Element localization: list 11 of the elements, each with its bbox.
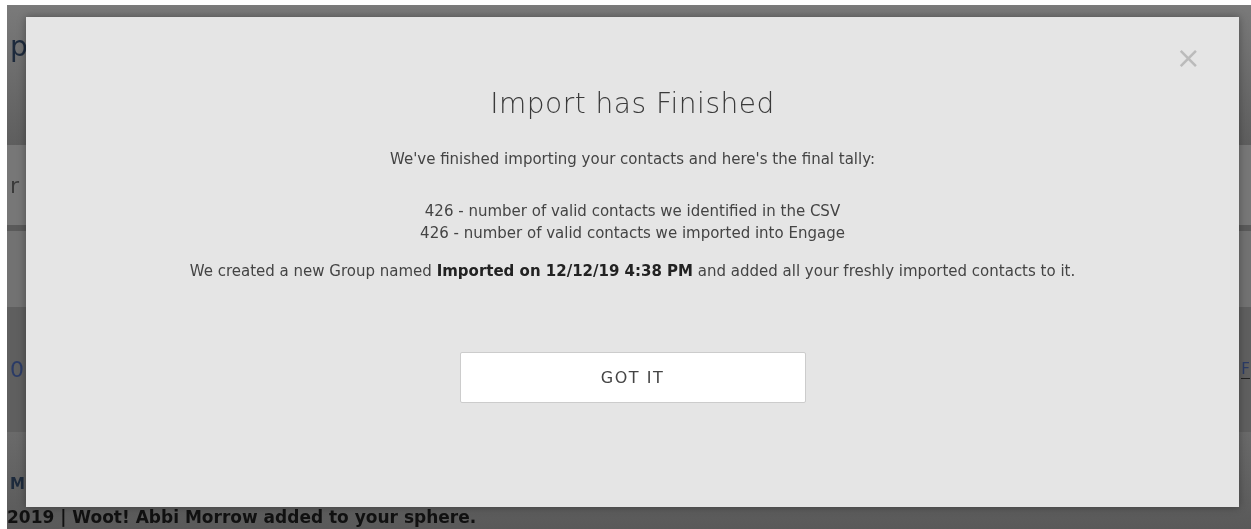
got-it-button[interactable]: GOT IT: [459, 352, 806, 403]
close-button[interactable]: ×: [1175, 43, 1201, 73]
tally-line: 426 - number of valid contacts we identified in the CSV: [424, 202, 841, 220]
dialog-title: Import has Finished: [490, 87, 775, 120]
tally-line: 426 - number of valid contacts we imported into Engage: [420, 224, 845, 242]
name-text: M: [10, 475, 25, 493]
page-heading: p: [10, 33, 28, 61]
field-text: r: [10, 172, 20, 198]
activity-text: 2019 | Woot! Abbi Morrow added to your sphere.: [7, 507, 477, 527]
intro-text: We've finished importing your contacts and here's the final tally:: [389, 150, 876, 168]
group-message: We created a new Group named Imported on 12/12/19 4:38 PM and added all your freshly imported contacts to it.: [189, 262, 1076, 280]
